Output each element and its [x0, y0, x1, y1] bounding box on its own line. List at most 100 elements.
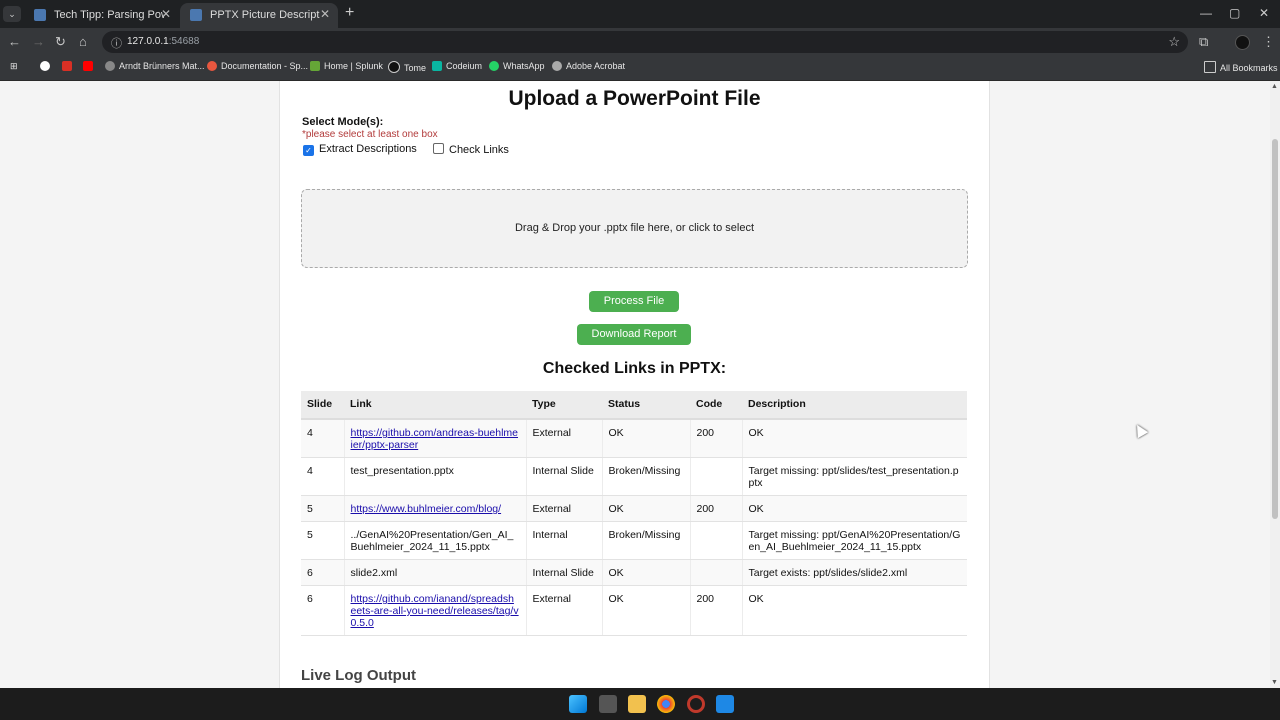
bookmark-favicon-icon: [432, 61, 442, 71]
file-dropzone[interactable]: Drag & Drop your .pptx file here, or cli…: [301, 189, 968, 268]
cell-slide: 5: [301, 495, 344, 522]
col-description: Description: [742, 391, 967, 420]
links-table: Slide Link Type Status Code Description …: [301, 391, 967, 636]
cell-code: 200: [689, 585, 742, 636]
cell-description: OK: [741, 585, 967, 636]
address-bar[interactable]: ⓘ 127.0.0.1:54688 ☆: [102, 31, 1188, 53]
cell-link: https://www.buhlmeier.com/blog/: [343, 495, 526, 522]
cell-description: Target exists: ppt/slides/slide2.xml: [741, 559, 967, 586]
col-status: Status: [602, 391, 690, 420]
checkbox-unchecked-icon[interactable]: [433, 143, 444, 154]
bookmark-adobe-acrobat[interactable]: Adobe Acrobat: [552, 61, 625, 71]
tab-favicon-icon: [190, 9, 202, 21]
tab-close-icon[interactable]: ✕: [320, 7, 330, 21]
bookmarks-bar: ⊞ Arndt Brünners Mat... Documentation - …: [0, 56, 1280, 81]
gmail-icon[interactable]: [62, 61, 76, 71]
col-slide: Slide: [301, 391, 344, 420]
bookmark-favicon-icon: [105, 61, 115, 71]
youtube-icon[interactable]: [83, 61, 97, 71]
apps-grid-icon[interactable]: ⊞: [10, 61, 18, 72]
col-code: Code: [690, 391, 742, 420]
cell-type: Internal: [525, 521, 602, 560]
os-taskbar: [0, 688, 1280, 720]
forward-icon[interactable]: →: [32, 34, 45, 49]
link-url[interactable]: https://github.com/andreas-buehlmeier/pp…: [351, 427, 519, 451]
check-links-checkbox[interactable]: Check Links: [433, 143, 509, 156]
all-bookmarks[interactable]: All Bookmarks: [1204, 61, 1278, 73]
mode-title: Select Mode(s):: [302, 116, 384, 128]
cell-code: [689, 521, 742, 560]
extract-descriptions-checkbox[interactable]: ✓ Extract Descriptions: [303, 143, 417, 156]
tab-close-icon[interactable]: ✕: [161, 7, 171, 21]
checkbox-checked-icon[interactable]: ✓: [303, 145, 314, 156]
url-text: 127.0.0.1:54688: [127, 36, 200, 47]
site-info-icon[interactable]: ⓘ: [111, 35, 122, 51]
bookmark-codeium[interactable]: Codeium: [432, 61, 482, 71]
maximize-icon[interactable]: ▢: [1229, 6, 1240, 20]
windows-start-icon[interactable]: [569, 695, 587, 713]
col-link: Link: [344, 391, 526, 420]
page-title: Upload a PowerPoint File: [508, 87, 761, 110]
bookmark-tome[interactable]: Tome: [388, 61, 426, 73]
tab-tech-tipp[interactable]: Tech Tipp: Parsing PowerPoint F ✕: [24, 3, 179, 28]
page-scrollbar[interactable]: ▲ ▼: [1270, 81, 1280, 688]
extensions-icon[interactable]: ⧉: [1199, 34, 1208, 50]
bookmark-whatsapp[interactable]: WhatsApp: [489, 61, 545, 71]
task-view-icon[interactable]: [599, 695, 617, 713]
scroll-down-icon[interactable]: ▼: [1271, 679, 1278, 686]
tab-pptx-extractor[interactable]: PPTX Picture Description Extrac ✕: [180, 3, 338, 28]
tab-favicon-icon: [34, 9, 46, 21]
cell-type: External: [525, 495, 602, 522]
link-url[interactable]: https://www.buhlmeier.com/blog/: [351, 503, 502, 515]
cell-status: OK: [601, 559, 690, 586]
file-explorer-icon[interactable]: [628, 695, 646, 713]
cell-link: slide2.xml: [343, 559, 526, 586]
bookmark-favicon-icon: [388, 61, 400, 73]
bookmark-favicon-icon: [489, 61, 499, 71]
scroll-up-icon[interactable]: ▲: [1271, 83, 1278, 90]
bookmark-star-icon[interactable]: ☆: [1168, 34, 1180, 50]
table-header-row: Slide Link Type Status Code Description: [301, 391, 967, 420]
table-row: 5 https://www.buhlmeier.com/blog/ Extern…: [301, 495, 967, 522]
profile-avatar[interactable]: [1235, 35, 1250, 50]
google-icon[interactable]: [40, 61, 54, 71]
live-log-heading: Live Log Output: [301, 667, 416, 684]
bookmark-favicon-icon: [207, 61, 217, 71]
back-icon[interactable]: ←: [8, 34, 21, 49]
cell-slide: 4: [301, 457, 344, 496]
close-window-icon[interactable]: ✕: [1259, 6, 1269, 20]
minimize-icon[interactable]: —: [1200, 6, 1212, 20]
col-type: Type: [526, 391, 602, 420]
tab-title: PPTX Picture Description Extrac: [210, 9, 320, 21]
browser-titlebar: ⌄ Tech Tipp: Parsing PowerPoint F ✕ PPTX…: [0, 0, 1280, 28]
table-row: 4 test_presentation.pptx Internal Slide …: [301, 457, 967, 496]
download-report-button[interactable]: Download Report: [577, 324, 691, 345]
cell-slide: 5: [301, 521, 344, 560]
link-url[interactable]: https://github.com/ianand/spreadsheets-a…: [351, 593, 519, 629]
reload-icon[interactable]: ↻: [55, 34, 66, 50]
bookmark-documentation[interactable]: Documentation - Sp...: [207, 61, 308, 71]
home-icon[interactable]: ⌂: [79, 34, 87, 49]
cell-type: External: [525, 585, 602, 636]
table-row: 4 https://github.com/andreas-buehlmeier/…: [301, 419, 967, 458]
cell-code: 200: [689, 495, 742, 522]
chrome-icon[interactable]: [657, 695, 675, 713]
bookmark-favicon-icon: [310, 61, 320, 71]
new-tab-icon[interactable]: +: [345, 4, 354, 22]
cell-status: OK: [601, 585, 690, 636]
process-file-button[interactable]: Process File: [589, 291, 679, 312]
table-row: 6 https://github.com/ianand/spreadsheets…: [301, 585, 967, 636]
cell-status: OK: [601, 419, 690, 458]
vscode-icon[interactable]: [716, 695, 734, 713]
cell-slide: 4: [301, 419, 344, 458]
tab-search-icon[interactable]: ⌄: [3, 6, 21, 22]
cell-type: Internal Slide: [525, 457, 602, 496]
cell-link: test_presentation.pptx: [343, 457, 526, 496]
menu-icon[interactable]: ⋮: [1262, 34, 1275, 50]
opera-icon[interactable]: [687, 695, 705, 713]
bookmark-arndt[interactable]: Arndt Brünners Mat...: [105, 61, 205, 71]
bookmark-splunk[interactable]: Home | Splunk: [310, 61, 383, 71]
scrollbar-thumb[interactable]: [1272, 139, 1278, 519]
page-viewport: Upload a PowerPoint File Select Mode(s):…: [0, 81, 1270, 688]
cell-status: Broken/Missing: [601, 521, 690, 560]
